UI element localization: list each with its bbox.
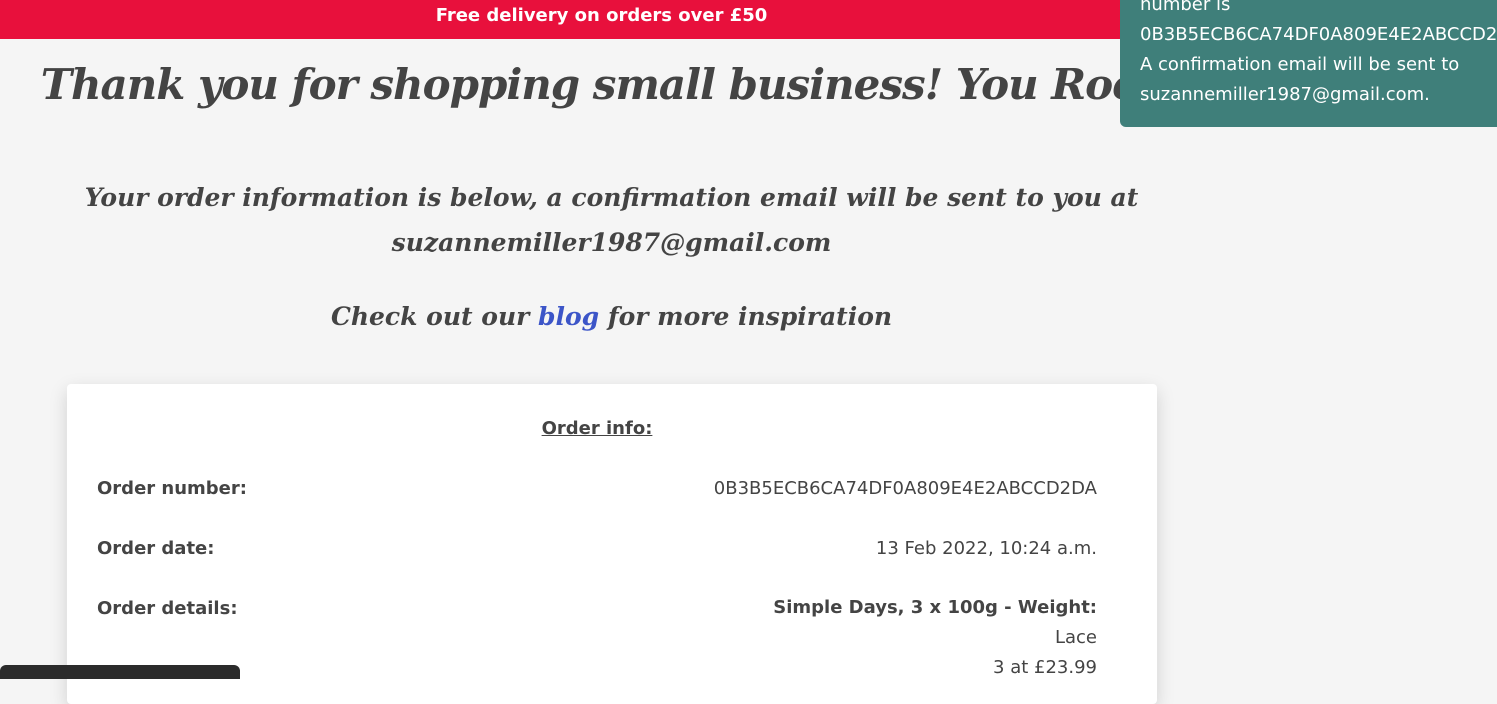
delivery-banner-text: Free delivery on orders over £50	[435, 5, 768, 26]
order-info-heading: Order info:	[541, 418, 653, 439]
blog-prefix: Check out our	[330, 302, 538, 331]
order-item-name: Simple Days, 3 x 100g - Weight:	[773, 597, 1097, 618]
toast-line-1: number is	[1140, 0, 1231, 15]
toast-line-3: A confirmation email will be sent to	[1140, 54, 1460, 75]
toast-email: suzannemiller1987@gmail.com.	[1140, 84, 1430, 105]
order-date-label: Order date:	[97, 538, 215, 559]
order-info-email: suzannemiller1987@gmail.com	[391, 228, 832, 257]
blog-link[interactable]: blog	[538, 302, 599, 331]
toast-order-number: 0B3B5ECB6CA74DF0A809E4E2ABCCD2DA	[1140, 24, 1497, 45]
order-item-weight: Lace	[1054, 627, 1097, 648]
blog-message: Check out our blog for more inspiration	[0, 294, 1223, 339]
bottom-tab-bar[interactable]	[0, 665, 240, 679]
blog-suffix: for more inspiration	[599, 302, 893, 331]
order-info-text: Your order information is below, a confi…	[84, 183, 1139, 212]
toast-message: number is 0B3B5ECB6CA74DF0A809E4E2ABCCD2…	[1140, 0, 1497, 110]
order-info-message: Your order information is below, a confi…	[0, 175, 1223, 265]
order-date-value: 13 Feb 2022, 10:24 a.m.	[875, 538, 1097, 559]
order-info-card: Order info: Order number: 0B3B5ECB6CA74D…	[67, 384, 1157, 704]
order-details-label: Order details:	[97, 598, 238, 619]
page-title: Thank you for shopping small business! Y…	[40, 60, 1184, 109]
order-success-toast: number is 0B3B5ECB6CA74DF0A809E4E2ABCCD2…	[1120, 0, 1497, 127]
order-item-quantity: 3 at £23.99	[993, 657, 1097, 678]
order-details-value: Simple Days, 3 x 100g - Weight: Lace 3 a…	[773, 593, 1097, 683]
order-number-label: Order number:	[97, 478, 247, 499]
order-number-value: 0B3B5ECB6CA74DF0A809E4E2ABCCD2DA	[713, 478, 1097, 499]
